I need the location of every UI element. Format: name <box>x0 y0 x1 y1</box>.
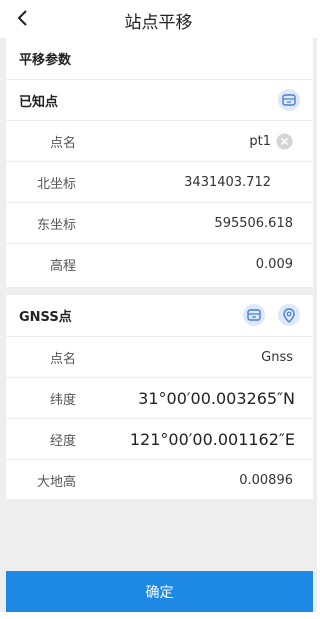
longitude-value[interactable]: 121°00′00.001162″E <box>130 430 295 449</box>
point-library-icon <box>247 309 261 321</box>
field-label: 北坐标 <box>36 176 76 192</box>
gnss-name-value[interactable]: Gnss <box>261 350 293 365</box>
ellipsoid-height-row[interactable]: 大地高 0.00896 <box>6 459 313 500</box>
empty-area <box>6 499 313 571</box>
right-gutter <box>313 38 317 619</box>
params-section-label: 平移参数 <box>19 53 72 68</box>
gnss-point-header: GNSS点 <box>6 295 313 336</box>
elevation-row[interactable]: 高程 0.009 <box>6 243 313 284</box>
known-point-name-row[interactable]: 点名 pt1 <box>6 120 313 161</box>
longitude-row[interactable]: 经度 121°00′00.001162″E <box>6 418 313 459</box>
known-point-label: 已知点 <box>19 94 59 110</box>
field-label: 点名 <box>49 135 76 151</box>
ellipsoid-height-value[interactable]: 0.00896 <box>239 473 293 488</box>
field-label: 纬度 <box>49 392 76 408</box>
east-coord-value[interactable]: 595506.618 <box>214 216 293 231</box>
known-point-panel: 平移参数 已知点 点名 pt1 北坐标 3431403.712 东坐标 5955… <box>6 38 313 284</box>
gnss-point-library-button[interactable] <box>243 304 265 326</box>
field-label: 经度 <box>49 433 76 449</box>
params-section-header: 平移参数 <box>6 38 313 79</box>
field-label: 高程 <box>49 258 76 274</box>
north-coord-row[interactable]: 北坐标 3431403.712 <box>6 161 313 202</box>
latitude-row[interactable]: 纬度 31°00′00.003265″N <box>6 377 313 418</box>
clear-button[interactable] <box>276 133 293 154</box>
known-point-library-button[interactable] <box>278 89 300 111</box>
latitude-value[interactable]: 31°00′00.003265″N <box>138 389 295 408</box>
point-library-icon <box>282 94 296 106</box>
known-point-name-value[interactable]: pt1 <box>249 134 271 149</box>
app-header: 站点平移 <box>0 0 317 38</box>
north-coord-value[interactable]: 3431403.712 <box>184 175 271 190</box>
gnss-location-button[interactable] <box>278 304 300 326</box>
page-title: 站点平移 <box>124 13 193 33</box>
field-label: 点名 <box>49 351 76 367</box>
bottom-strip <box>0 612 317 619</box>
section-divider <box>6 287 313 295</box>
field-label: 东坐标 <box>36 217 76 233</box>
elevation-value[interactable]: 0.009 <box>256 257 293 272</box>
gnss-point-panel: GNSS点 点名 Gnss 纬度 31°00′00.003265″N 经度 12… <box>6 295 313 500</box>
field-label: 大地高 <box>36 474 76 490</box>
confirm-button[interactable]: 确定 <box>6 571 313 612</box>
location-pin-icon <box>283 307 295 323</box>
known-point-header: 已知点 <box>6 79 313 120</box>
east-coord-row[interactable]: 东坐标 595506.618 <box>6 202 313 243</box>
gnss-name-row[interactable]: 点名 Gnss <box>6 336 313 377</box>
gnss-point-label: GNSS点 <box>19 310 72 325</box>
clear-icon <box>276 133 293 150</box>
